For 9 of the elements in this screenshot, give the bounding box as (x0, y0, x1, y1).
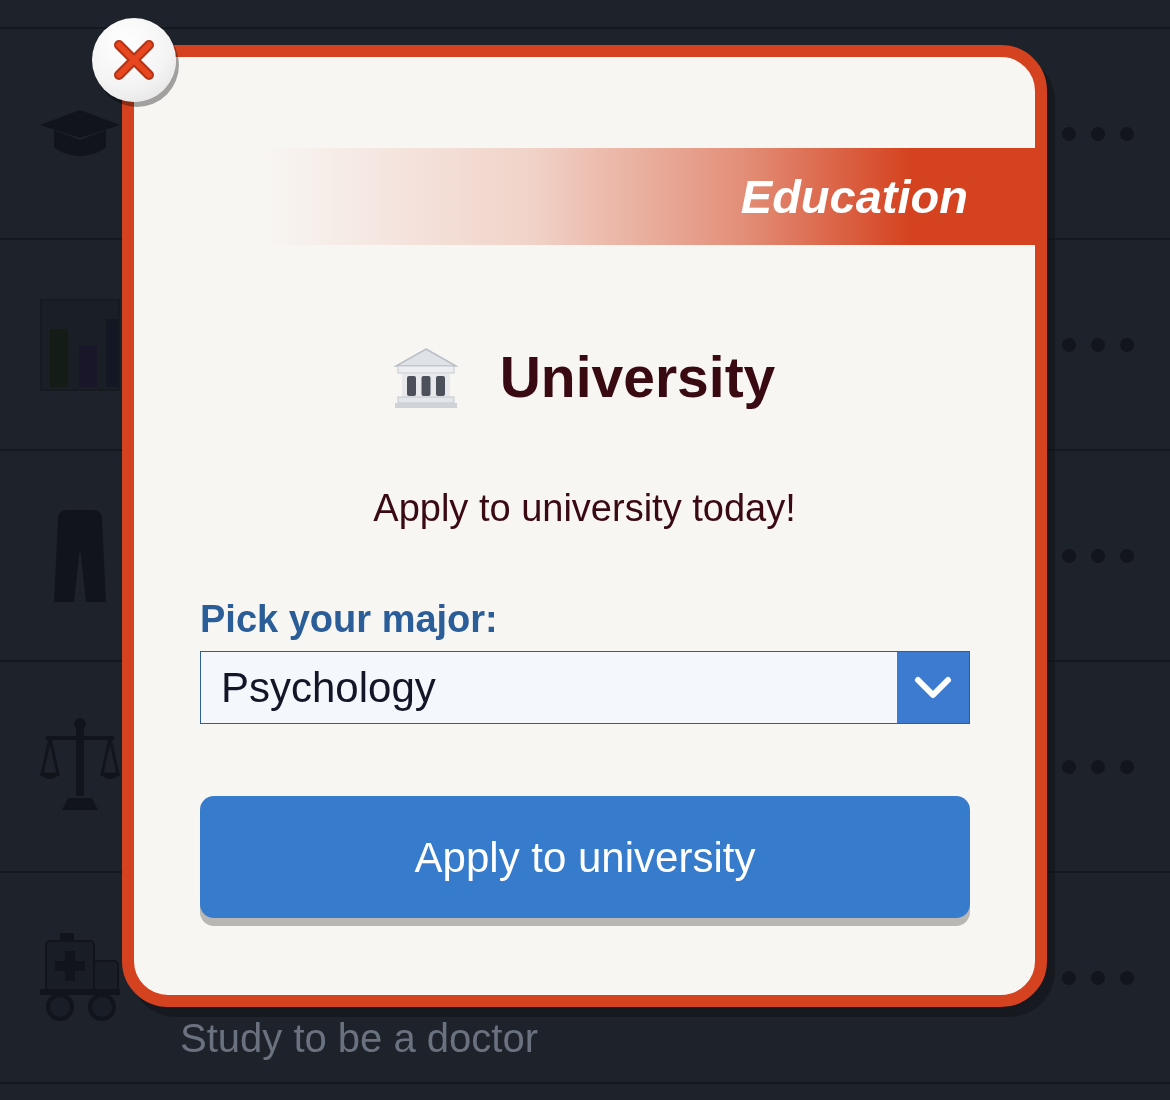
chevron-down-icon (897, 652, 969, 723)
close-icon (113, 39, 155, 81)
dialog-description: Apply to university today! (372, 486, 797, 531)
field-label: Pick your major: (200, 598, 499, 641)
category-title: Education (740, 168, 968, 225)
list-item-title: Study to be a doctor (180, 1015, 538, 1062)
major-dropdown[interactable]: Psychology (200, 651, 970, 724)
classical-building-icon (393, 346, 458, 409)
dialog-title: University (499, 344, 776, 411)
